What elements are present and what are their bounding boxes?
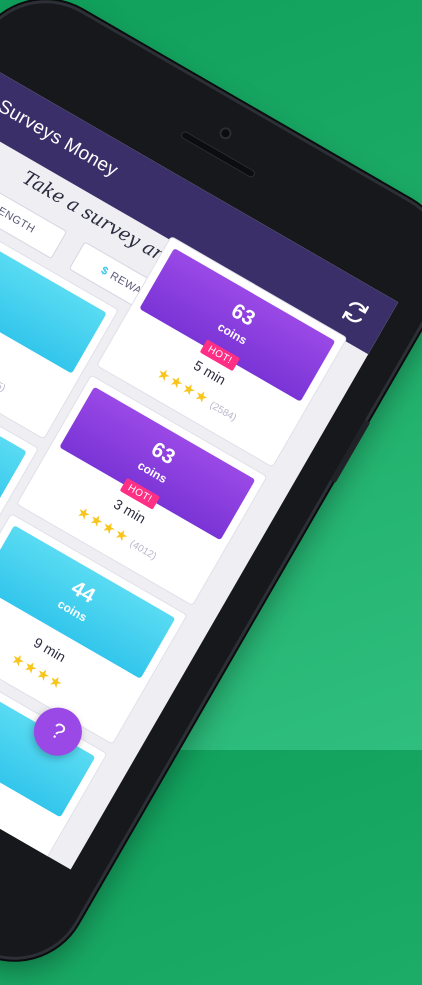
filter-length-label: LENGTH bbox=[0, 201, 38, 236]
rating-count: (2584) bbox=[207, 399, 239, 424]
rating-count: (215) bbox=[0, 373, 8, 395]
dollar-icon: $ bbox=[98, 264, 111, 279]
rating-count: (4012) bbox=[127, 538, 159, 563]
refresh-icon[interactable] bbox=[336, 293, 374, 331]
phone-device: Surveys Money Take a survey and start ea… bbox=[0, 0, 422, 983]
